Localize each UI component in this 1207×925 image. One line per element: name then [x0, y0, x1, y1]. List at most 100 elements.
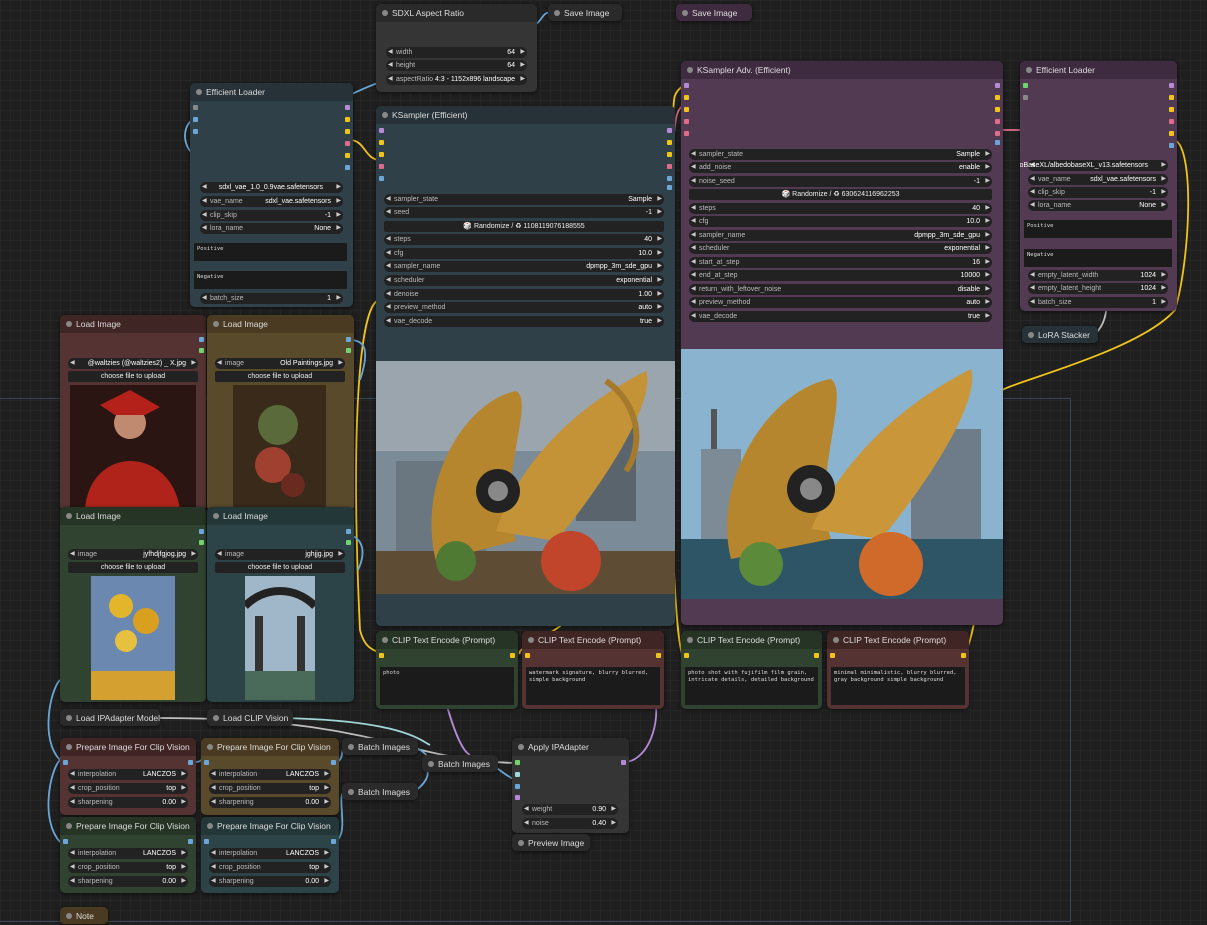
vae-name-widget[interactable]: vae_namesdxl_vae.safetensors [200, 196, 343, 207]
batch-images-node-3[interactable]: Batch Images [422, 755, 498, 772]
randomize-button[interactable]: 🎲 Randomize / ♻ 1108119076188555 [384, 221, 664, 232]
output-slot[interactable] [995, 119, 1000, 124]
efficient-loader-node-2[interactable]: Efficient Loader AlbedoBaseXL/albedobase… [1020, 61, 1177, 311]
output-slot[interactable] [667, 176, 672, 181]
sharpening-widget[interactable]: sharpening0.00 [209, 876, 331, 887]
output-slot[interactable] [667, 164, 672, 169]
ksampler-adv-node[interactable]: KSampler Adv. (Efficient) sampler_stateS… [681, 61, 1003, 625]
vae-decode-widget[interactable]: vae_decodetrue [384, 316, 664, 327]
image-select-widget[interactable]: @waltzies (@waltzies2) _ X.jpg [68, 358, 198, 369]
output-slot[interactable] [346, 529, 351, 534]
input-slot[interactable] [515, 795, 520, 800]
steps-widget[interactable]: steps40 [689, 203, 992, 214]
output-slot[interactable] [995, 83, 1000, 88]
input-slot[interactable] [830, 653, 835, 658]
cfg-widget[interactable]: cfg10.0 [384, 248, 664, 259]
input-slot[interactable] [379, 128, 384, 133]
crop-position-widget[interactable]: crop_positiontop [68, 783, 188, 794]
output-slot[interactable] [995, 95, 1000, 100]
clip-text-encode-node-4[interactable]: CLIP Text Encode (Prompt) minimal minima… [827, 631, 969, 709]
output-slot[interactable] [331, 760, 336, 765]
positive-prompt-field[interactable]: Positive [1024, 220, 1172, 238]
upload-button[interactable]: choose file to upload [68, 562, 198, 573]
image-select-widget[interactable]: imagejyfhdjfgjog.jpg [68, 549, 198, 560]
start-at-step-widget[interactable]: start_at_step16 [689, 257, 992, 268]
batch-size-widget[interactable]: batch_size1 [200, 293, 343, 304]
sharpening-widget[interactable]: sharpening0.00 [209, 797, 331, 808]
load-clip-vision-node[interactable]: Load CLIP Vision [207, 709, 293, 726]
prepare-image-node-4[interactable]: Prepare Image For Clip Vision interpolat… [201, 817, 339, 893]
output-slot[interactable] [199, 540, 204, 545]
image-select-widget[interactable]: imageOld Paintings.jpg [215, 358, 345, 369]
clip-text-encode-node-2[interactable]: CLIP Text Encode (Prompt) watermark sign… [522, 631, 664, 709]
output-slot[interactable] [667, 128, 672, 133]
output-slot[interactable] [995, 131, 1000, 136]
end-at-step-widget[interactable]: end_at_step10000 [689, 270, 992, 281]
output-slot[interactable] [995, 140, 1000, 145]
input-slot[interactable] [379, 653, 384, 658]
prepare-image-node-3[interactable]: Prepare Image For Clip Vision interpolat… [60, 817, 196, 893]
upload-button[interactable]: choose file to upload [215, 562, 345, 573]
output-slot[interactable] [961, 653, 966, 658]
upload-button[interactable]: choose file to upload [68, 371, 198, 382]
output-slot[interactable] [656, 653, 661, 658]
output-slot[interactable] [667, 152, 672, 157]
input-slot[interactable] [515, 784, 520, 789]
input-slot[interactable] [63, 760, 68, 765]
input-slot[interactable] [515, 760, 520, 765]
positive-prompt-field[interactable]: Positive [194, 243, 347, 261]
sharpening-widget[interactable]: sharpening0.00 [68, 876, 188, 887]
empty-latent-height-widget[interactable]: empty_latent_height1024 [1028, 283, 1168, 294]
input-slot[interactable] [684, 107, 689, 112]
image-select-widget[interactable]: imagejghjjg.jpg [215, 549, 345, 560]
output-slot[interactable] [345, 141, 350, 146]
lora-stacker-node[interactable]: LoRA Stacker [1022, 326, 1098, 343]
input-slot[interactable] [193, 105, 198, 110]
output-slot[interactable] [345, 153, 350, 158]
output-slot[interactable] [510, 653, 515, 658]
randomize-button[interactable]: 🎲 Randomize / ♻ 630624116962253 [689, 189, 992, 200]
interpolation-widget[interactable]: interpolationLANCZOS [209, 769, 331, 780]
negative-prompt-field[interactable]: Negative [1024, 249, 1172, 267]
output-slot[interactable] [346, 540, 351, 545]
scheduler-widget[interactable]: schedulerexponential [384, 275, 664, 286]
input-slot[interactable] [1023, 83, 1028, 88]
scheduler-widget[interactable]: schedulerexponential [689, 243, 992, 254]
input-slot[interactable] [63, 839, 68, 844]
save-image-node[interactable]: Save Image [548, 4, 622, 21]
output-slot[interactable] [621, 760, 626, 765]
sharpening-widget[interactable]: sharpening0.00 [68, 797, 188, 808]
sampler-name-widget[interactable]: sampler_namedpmpp_3m_sde_gpu [689, 230, 992, 241]
interpolation-widget[interactable]: interpolationLANCZOS [209, 848, 331, 859]
output-slot[interactable] [188, 760, 193, 765]
lora-name-widget[interactable]: lora_nameNone [200, 223, 343, 234]
clip-skip-widget[interactable]: clip_skip-1 [1028, 187, 1168, 198]
ckpt-name-widget[interactable]: sdxl_vae_1.0_0.9vae.safetensors [200, 182, 343, 193]
preview-method-widget[interactable]: preview_methodauto [384, 302, 664, 313]
prepare-image-node-1[interactable]: Prepare Image For Clip Vision interpolat… [60, 738, 196, 815]
input-slot[interactable] [193, 117, 198, 122]
input-slot[interactable] [525, 653, 530, 658]
output-slot[interactable] [995, 107, 1000, 112]
noise-seed-widget[interactable]: noise_seed-1 [689, 176, 992, 187]
output-slot[interactable] [1169, 143, 1174, 148]
batch-size-widget[interactable]: batch_size1 [1028, 297, 1168, 308]
sdxl-aspect-ratio-node[interactable]: SDXL Aspect Ratio width64 height64 aspec… [376, 4, 537, 92]
negative-prompt-field[interactable]: Negative [194, 271, 347, 289]
input-slot[interactable] [684, 119, 689, 124]
interpolation-widget[interactable]: interpolationLANCZOS [68, 848, 188, 859]
denoise-widget[interactable]: denoise1.00 [384, 289, 664, 300]
output-slot[interactable] [345, 165, 350, 170]
cfg-widget[interactable]: cfg10.0 [689, 216, 992, 227]
sampler-state-widget[interactable]: sampler_stateSample [689, 149, 992, 160]
aspect-ratio-widget[interactable]: aspectRatio4:3 - 1152x896 landscape [386, 74, 527, 85]
preview-image-node[interactable]: Preview Image [512, 834, 590, 851]
load-image-node-2[interactable]: Load Image imageOld Paintings.jpg choose… [207, 315, 354, 511]
output-slot[interactable] [188, 839, 193, 844]
output-slot[interactable] [1169, 131, 1174, 136]
output-slot[interactable] [1169, 83, 1174, 88]
weight-widget[interactable]: weight0.90 [522, 804, 618, 815]
output-slot[interactable] [345, 129, 350, 134]
output-slot[interactable] [199, 529, 204, 534]
clip-text-encode-node-1[interactable]: CLIP Text Encode (Prompt) photo [376, 631, 518, 709]
